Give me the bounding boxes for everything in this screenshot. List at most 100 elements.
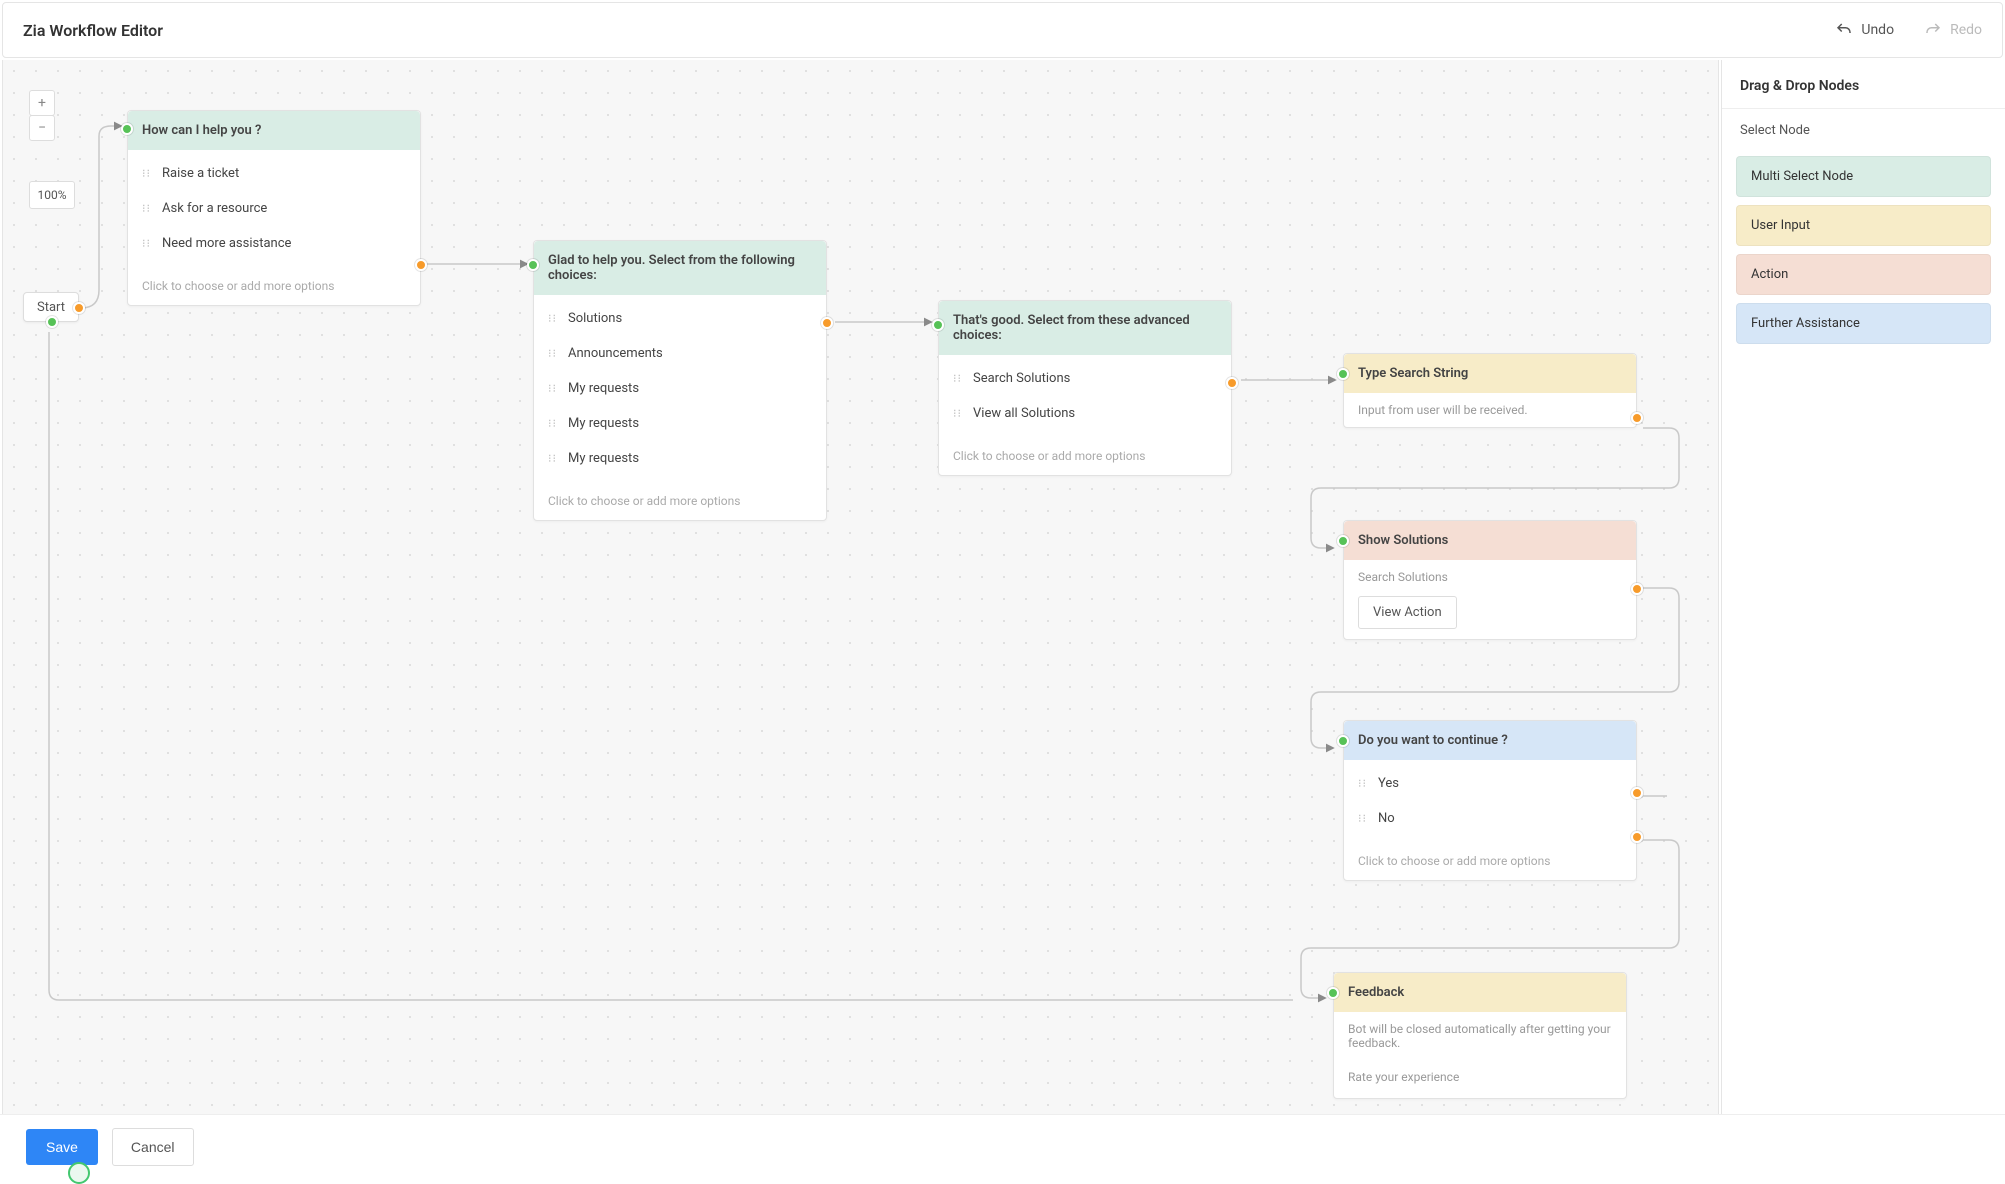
add-option-hint[interactable]: Click to choose or add more options xyxy=(128,267,420,305)
node-continue-question[interactable]: Do you want to continue ? ⁝⁝ Yes ⁝⁝ No Cli… xyxy=(1343,720,1637,881)
node-subtext: Input from user will be received. xyxy=(1344,393,1636,427)
drag-handle-icon[interactable]: ⁝⁝ xyxy=(548,312,558,325)
status-badge-icon xyxy=(68,1162,90,1184)
node-option[interactable]: ⁝⁝ No xyxy=(1344,801,1636,836)
zoom-out-button[interactable]: − xyxy=(29,115,55,141)
node-header: Glad to help you. Select from the follow… xyxy=(534,241,826,295)
palette-item-multiselect[interactable]: Multi Select Node xyxy=(1736,156,1991,197)
option-label: Announcements xyxy=(568,346,663,361)
drag-handle-icon[interactable]: ⁝⁝ xyxy=(142,202,152,215)
undo-button[interactable]: Undo xyxy=(1835,21,1894,39)
view-action-button[interactable]: View Action xyxy=(1358,596,1457,629)
add-option-hint[interactable]: Click to choose or add more options xyxy=(939,437,1231,475)
start-node[interactable]: Start xyxy=(23,292,79,322)
redo-button[interactable]: Redo xyxy=(1924,21,1982,39)
palette-item-action[interactable]: Action xyxy=(1736,254,1991,295)
node-option[interactable]: ⁝⁝ View all Solutions xyxy=(939,396,1231,431)
port-branch[interactable] xyxy=(46,316,58,328)
node-header: Show Solutions xyxy=(1344,521,1636,560)
node-option[interactable]: ⁝⁝ Search Solutions xyxy=(939,361,1231,396)
port-out[interactable] xyxy=(1226,377,1238,389)
port-in[interactable] xyxy=(1337,368,1349,380)
node-option[interactable]: ⁝⁝ My requests xyxy=(534,371,826,406)
option-label: Search Solutions xyxy=(973,371,1070,386)
option-label: Yes xyxy=(1378,776,1399,791)
drag-handle-icon[interactable]: ⁝⁝ xyxy=(953,407,963,420)
node-option[interactable]: ⁝⁝ Raise a ticket xyxy=(128,156,420,191)
node-header: That's good. Select from these advanced … xyxy=(939,301,1231,355)
drag-handle-icon[interactable]: ⁝⁝ xyxy=(1358,812,1368,825)
node-advanced-choices[interactable]: That's good. Select from these advanced … xyxy=(938,300,1232,476)
node-header: Type Search String xyxy=(1344,354,1636,393)
port-in[interactable] xyxy=(1337,735,1349,747)
node-select-choices[interactable]: Glad to help you. Select from the follow… xyxy=(533,240,827,521)
node-how-can-i-help[interactable]: How can I help you ? ⁝⁝ Raise a ticket ⁝… xyxy=(127,110,421,306)
port-in[interactable] xyxy=(1327,987,1339,999)
zoom-in-button[interactable]: + xyxy=(29,90,55,116)
footer: Save Cancel xyxy=(0,1114,2005,1178)
node-option[interactable]: ⁝⁝ Announcements xyxy=(534,336,826,371)
palette-item-further[interactable]: Further Assistance xyxy=(1736,303,1991,344)
option-label: My requests xyxy=(568,416,639,431)
node-subtext: Bot will be closed automatically after g… xyxy=(1334,1012,1626,1060)
workflow-canvas[interactable]: + − 100% xyxy=(2,60,1719,1178)
palette-header: Drag & Drop Nodes xyxy=(1722,60,2005,109)
node-option[interactable]: ⁝⁝ Yes xyxy=(1344,766,1636,801)
port-out[interactable] xyxy=(415,259,427,271)
drag-handle-icon[interactable]: ⁝⁝ xyxy=(142,167,152,180)
node-option[interactable]: ⁝⁝ Need more assistance xyxy=(128,226,420,261)
port-out-no[interactable] xyxy=(1631,831,1643,843)
port-in[interactable] xyxy=(1337,535,1349,547)
option-label: My requests xyxy=(568,381,639,396)
node-meta: Rate your experience xyxy=(1334,1060,1626,1098)
palette-item-userinput[interactable]: User Input xyxy=(1736,205,1991,246)
drag-handle-icon[interactable]: ⁝⁝ xyxy=(1358,777,1368,790)
option-label: My requests xyxy=(568,451,639,466)
cancel-button[interactable]: Cancel xyxy=(112,1128,194,1166)
drag-handle-icon[interactable]: ⁝⁝ xyxy=(953,372,963,385)
node-feedback[interactable]: Feedback Bot will be closed automaticall… xyxy=(1333,972,1627,1099)
option-label: Solutions xyxy=(568,311,622,326)
palette-sub: Select Node xyxy=(1722,109,2005,148)
drag-handle-icon[interactable]: ⁝⁝ xyxy=(142,237,152,250)
drag-handle-icon[interactable]: ⁝⁝ xyxy=(548,347,558,360)
drag-handle-icon[interactable]: ⁝⁝ xyxy=(548,417,558,430)
node-type-search-string[interactable]: Type Search String Input from user will … xyxy=(1343,353,1637,428)
port-in[interactable] xyxy=(527,259,539,271)
save-button[interactable]: Save xyxy=(26,1129,98,1165)
node-header: Feedback xyxy=(1334,973,1626,1012)
zoom-level: 100% xyxy=(29,181,75,209)
node-option[interactable]: ⁝⁝ Ask for a resource xyxy=(128,191,420,226)
port-out[interactable] xyxy=(73,302,85,314)
option-label: Ask for a resource xyxy=(162,201,267,216)
port-out-yes[interactable] xyxy=(1631,787,1643,799)
add-option-hint[interactable]: Click to choose or add more options xyxy=(534,482,826,520)
node-show-solutions[interactable]: Show Solutions Search Solutions View Act… xyxy=(1343,520,1637,640)
node-option[interactable]: ⁝⁝ My requests xyxy=(534,441,826,476)
node-option[interactable]: ⁝⁝ My requests xyxy=(534,406,826,441)
undo-label: Undo xyxy=(1861,22,1894,38)
undo-icon xyxy=(1835,21,1853,39)
page-title: Zia Workflow Editor xyxy=(23,21,163,40)
node-meta: Search Solutions xyxy=(1344,560,1636,586)
option-label: Raise a ticket xyxy=(162,166,239,181)
node-header: Do you want to continue ? xyxy=(1344,721,1636,760)
port-in[interactable] xyxy=(932,319,944,331)
node-header: How can I help you ? xyxy=(128,111,420,150)
port-out[interactable] xyxy=(1631,583,1643,595)
redo-label: Redo xyxy=(1950,22,1982,38)
port-out[interactable] xyxy=(1631,412,1643,424)
option-label: No xyxy=(1378,811,1395,826)
topbar: Zia Workflow Editor Undo Redo xyxy=(2,2,2003,58)
option-label: View all Solutions xyxy=(973,406,1075,421)
node-palette: Drag & Drop Nodes Select Node Multi Sele… xyxy=(1721,60,2005,1178)
drag-handle-icon[interactable]: ⁝⁝ xyxy=(548,382,558,395)
redo-icon xyxy=(1924,21,1942,39)
port-in[interactable] xyxy=(121,123,133,135)
option-label: Need more assistance xyxy=(162,236,291,251)
drag-handle-icon[interactable]: ⁝⁝ xyxy=(548,452,558,465)
add-option-hint[interactable]: Click to choose or add more options xyxy=(1344,842,1636,880)
port-out[interactable] xyxy=(821,317,833,329)
start-label: Start xyxy=(37,300,65,315)
node-option[interactable]: ⁝⁝ Solutions xyxy=(534,301,826,336)
